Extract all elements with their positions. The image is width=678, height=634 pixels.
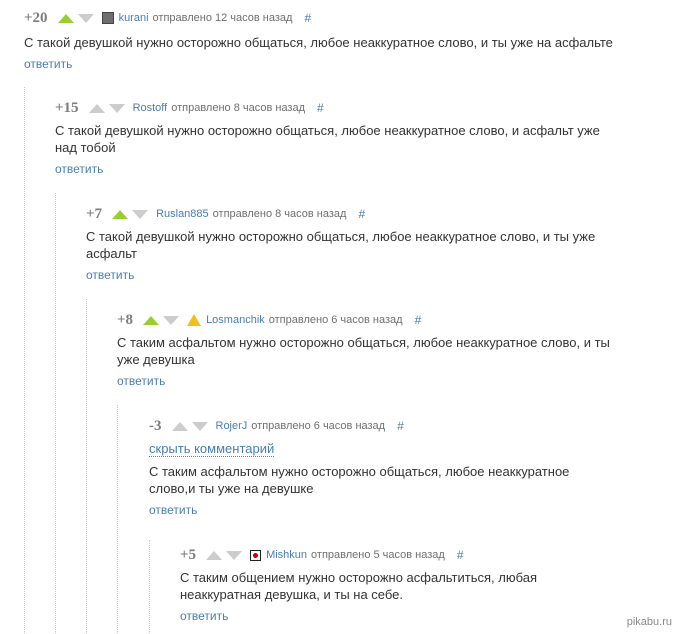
author-link[interactable]: Rostoff: [133, 102, 168, 114]
permalink[interactable]: #: [358, 207, 365, 221]
comment-rating: -3: [149, 417, 162, 434]
permalink[interactable]: #: [304, 11, 311, 25]
comment: -3 RojerJ отправлено 6 часов назад # скр…: [149, 416, 678, 526]
comment: +20 kurani отправлено 12 часов назад # С…: [24, 8, 678, 78]
vote-up-icon[interactable]: [88, 103, 105, 113]
vote-down-icon[interactable]: [226, 550, 243, 560]
comment-header: +15 Rostoff отправлено 8 часов назад #: [55, 98, 324, 118]
comment-rating: +8: [117, 311, 134, 328]
comment-header: +8 Losmanchik отправлено 6 часов назад #: [117, 310, 421, 330]
watermark: pikabu.ru: [626, 616, 672, 628]
comment-text: С такой девушкой нужно осторожно общатьс…: [55, 123, 600, 155]
comment-header: +5 Mishkun отправлено 5 часов назад #: [180, 545, 464, 565]
comment-text: С таким асфальтом нужно осторожно общать…: [117, 335, 610, 367]
comment: +15 Rostoff отправлено 8 часов назад # С…: [55, 98, 678, 186]
reply-link[interactable]: ответить: [24, 57, 72, 71]
hide-comment-link[interactable]: скрыть комментарий: [149, 441, 275, 457]
permalink[interactable]: #: [317, 101, 324, 115]
avatar: [250, 549, 262, 561]
thread-line: [149, 540, 150, 634]
author-link[interactable]: kurani: [119, 12, 149, 24]
thread-line: [55, 193, 56, 634]
vote-down-icon[interactable]: [132, 209, 149, 219]
vote-down-icon[interactable]: [191, 421, 208, 431]
comment-header: -3 RojerJ отправлено 6 часов назад #: [149, 416, 404, 436]
comment-header: +7 Ruslan885 отправлено 8 часов назад #: [86, 204, 365, 224]
vote-up-icon[interactable]: [171, 421, 188, 431]
comment-rating: +15: [55, 99, 79, 116]
thread-line: [24, 87, 25, 634]
vote-up-icon[interactable]: [206, 550, 223, 560]
comment-time: отправлено 8 часов назад: [212, 208, 347, 220]
author-link[interactable]: Ruslan885: [156, 208, 209, 220]
vote-down-icon[interactable]: [163, 315, 180, 325]
permalink[interactable]: #: [415, 313, 422, 327]
reply-link[interactable]: ответить: [86, 268, 134, 282]
comment-rating: +7: [86, 205, 103, 222]
avatar: [187, 314, 202, 326]
comment-text: С таким асфальтом нужно осторожно общать…: [149, 464, 570, 496]
vote-up-icon[interactable]: [143, 315, 160, 325]
comment-time: отправлено 8 часов назад: [171, 102, 306, 114]
comment-header: +20 kurani отправлено 12 часов назад #: [24, 8, 311, 28]
comment-text: С такой девушкой нужно осторожно общатьс…: [24, 35, 613, 50]
vote-up-icon[interactable]: [112, 209, 129, 219]
permalink[interactable]: #: [397, 419, 404, 433]
permalink[interactable]: #: [457, 548, 464, 562]
author-link[interactable]: Losmanchik: [206, 314, 265, 326]
comment-time: отправлено 12 часов назад: [152, 12, 293, 24]
comment: +8 Losmanchik отправлено 6 часов назад #…: [117, 310, 678, 398]
author-link[interactable]: Mishkun: [266, 549, 307, 561]
vote-up-icon[interactable]: [57, 13, 74, 23]
comment-text: С таким общением нужно осторожно асфальт…: [180, 570, 538, 602]
comment-rating: +5: [180, 546, 197, 563]
thread-line: [117, 405, 118, 634]
reply-link[interactable]: ответить: [180, 609, 228, 623]
comment-text: С такой девушкой нужно осторожно общатьс…: [86, 229, 596, 261]
comment-time: отправлено 5 часов назад: [311, 549, 445, 561]
vote-down-icon[interactable]: [108, 103, 125, 113]
reply-link[interactable]: ответить: [55, 162, 103, 176]
comment: +5 Mishkun отправлено 5 часов назад # С …: [180, 545, 678, 630]
author-link[interactable]: RojerJ: [216, 420, 248, 432]
comment-time: отправлено 6 часов назад: [251, 420, 386, 432]
reply-link[interactable]: ответить: [149, 503, 197, 517]
reply-link[interactable]: ответить: [117, 374, 165, 388]
avatar: [101, 12, 114, 24]
comment-rating: +20: [24, 9, 48, 26]
comment-time: отправлено 6 часов назад: [268, 314, 403, 326]
vote-down-icon[interactable]: [77, 13, 94, 23]
comment: +7 Ruslan885 отправлено 8 часов назад # …: [86, 204, 678, 292]
thread-line: [86, 299, 87, 634]
